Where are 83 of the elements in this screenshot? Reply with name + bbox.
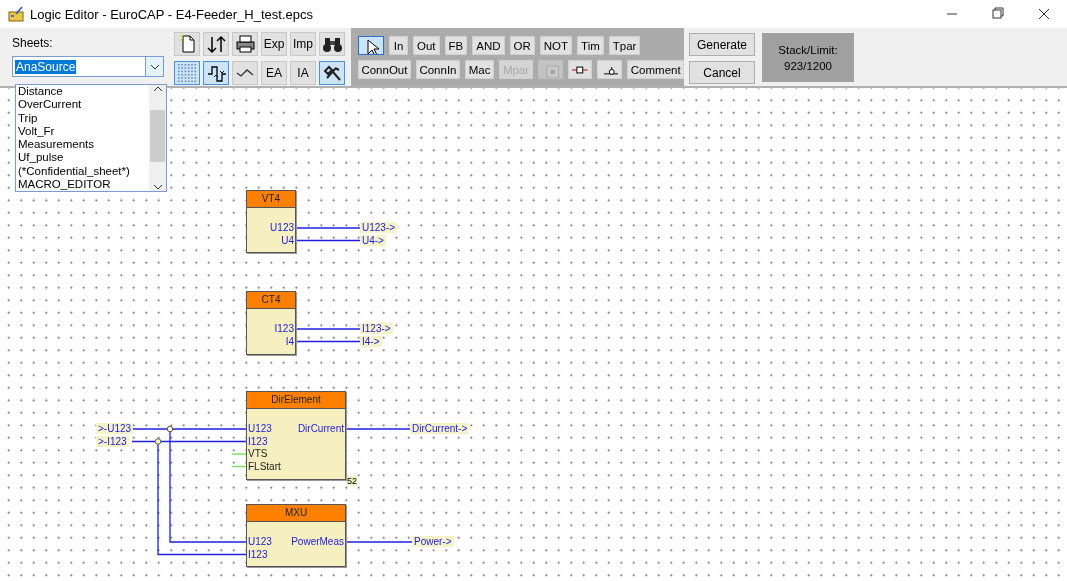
sort-arrows-button[interactable] xyxy=(203,32,229,56)
zigzag-icon xyxy=(236,69,254,77)
wire xyxy=(345,541,413,543)
input-pin: U123 xyxy=(248,423,272,434)
sheet-dropdown[interactable]: AnaSource xyxy=(12,56,164,77)
action-button[interactable]: Cancel xyxy=(689,61,755,84)
input-connector[interactable]: >-I123 xyxy=(96,435,129,447)
palette-button[interactable]: Tpar xyxy=(608,36,641,55)
action-button[interactable]: Generate xyxy=(689,33,755,56)
wire xyxy=(295,227,361,229)
output-pin: U123 xyxy=(270,222,294,233)
palette-button[interactable]: In xyxy=(389,36,408,55)
connector-button[interactable] xyxy=(203,61,229,85)
block-title: DirElement xyxy=(247,392,345,409)
wrench-button[interactable] xyxy=(319,61,345,85)
output-pin: I123 xyxy=(274,323,294,334)
resistor-icon xyxy=(572,65,588,74)
window-title: Logic Editor - EuroCAP - E4-Feeder_H_test.epcs xyxy=(30,6,314,22)
sheet-item[interactable]: Measurements xyxy=(18,138,149,152)
palette-button[interactable]: AND xyxy=(472,36,505,55)
resistor-button[interactable] xyxy=(568,60,592,79)
binoculars-button[interactable] xyxy=(319,32,345,56)
palette-button[interactable]: FB xyxy=(444,36,468,55)
sheet-item[interactable]: (*Confidential_sheet*) xyxy=(18,164,149,178)
chevron-down-icon xyxy=(149,62,160,71)
input-pin: VTS xyxy=(248,448,268,459)
sheets-label: Sheets: xyxy=(12,36,54,50)
input-pin: I123 xyxy=(248,435,268,447)
scroll-up-icon xyxy=(152,85,163,93)
sheet-item[interactable]: Distance xyxy=(18,85,149,99)
input-pin: U123 xyxy=(248,536,272,547)
output-pin: I4 xyxy=(285,335,294,347)
zigzag-button[interactable] xyxy=(232,61,258,85)
sheet-item[interactable]: MACRO_EDITOR xyxy=(18,177,149,191)
sheet-item[interactable]: Volt_Fr xyxy=(18,124,149,138)
palette-button[interactable]: Out xyxy=(413,36,440,55)
toolbar-button[interactable]: IA xyxy=(290,61,316,85)
stack-label: Stack/Limit: xyxy=(778,43,838,56)
output-connector[interactable]: DirCurrent-> xyxy=(410,423,470,434)
palette-button[interactable]: Mac xyxy=(465,60,495,79)
toolbar-button[interactable]: Exp xyxy=(261,32,287,56)
output-connector[interactable]: I123-> xyxy=(360,323,393,334)
output-connector[interactable]: Power-> xyxy=(412,536,454,547)
printer-button[interactable] xyxy=(232,32,258,56)
app-icon xyxy=(8,6,24,22)
palette-button[interactable]: Tim xyxy=(577,36,604,55)
block-title: MXU xyxy=(247,505,345,522)
scrollbar[interactable] xyxy=(149,85,166,191)
toolbar-button[interactable]: EA xyxy=(261,61,287,85)
sheet-item[interactable]: OverCurrent xyxy=(18,98,149,112)
input-pin: FLStart xyxy=(248,460,281,472)
input-connector[interactable]: >-U123 xyxy=(96,423,134,434)
output-pin: PowerMeas xyxy=(291,536,344,547)
wire xyxy=(295,328,361,330)
sort-arrows-icon xyxy=(205,33,227,55)
stack-value: 923/1200 xyxy=(784,59,832,72)
input-pin: I123 xyxy=(248,548,268,560)
output-connector[interactable]: U4-> xyxy=(360,234,386,246)
scroll-down-icon xyxy=(152,183,163,191)
wire xyxy=(295,239,361,242)
output-connector[interactable]: U123-> xyxy=(360,222,398,233)
block-number: 52 xyxy=(347,476,357,486)
wire xyxy=(295,340,361,343)
grid-icon xyxy=(176,62,198,84)
sheet-item[interactable]: Uf_pulse xyxy=(18,151,149,165)
block-title: VT4 xyxy=(247,191,295,208)
palette-button[interactable]: NOT xyxy=(539,36,573,55)
output-pin: DirCurrent xyxy=(297,423,344,434)
output-pin: U4 xyxy=(281,234,294,246)
output-connector[interactable]: I4-> xyxy=(360,335,382,347)
new-file-button[interactable] xyxy=(174,32,200,56)
new-file-icon xyxy=(176,33,198,55)
sheet-item[interactable]: Trip xyxy=(18,111,149,125)
printer-icon xyxy=(234,33,256,55)
palette-button[interactable]: Comment xyxy=(627,60,684,79)
toolbar-button[interactable]: Imp xyxy=(290,32,316,56)
palette-button[interactable]: OR xyxy=(509,36,535,55)
block-title: CT4 xyxy=(247,292,295,309)
junction-button[interactable] xyxy=(596,60,623,79)
pointer-button[interactable] xyxy=(358,36,384,55)
wire xyxy=(345,428,411,430)
palette-button[interactable]: ConnOut xyxy=(358,60,411,79)
palette-button[interactable]: ConnIn xyxy=(415,60,460,79)
